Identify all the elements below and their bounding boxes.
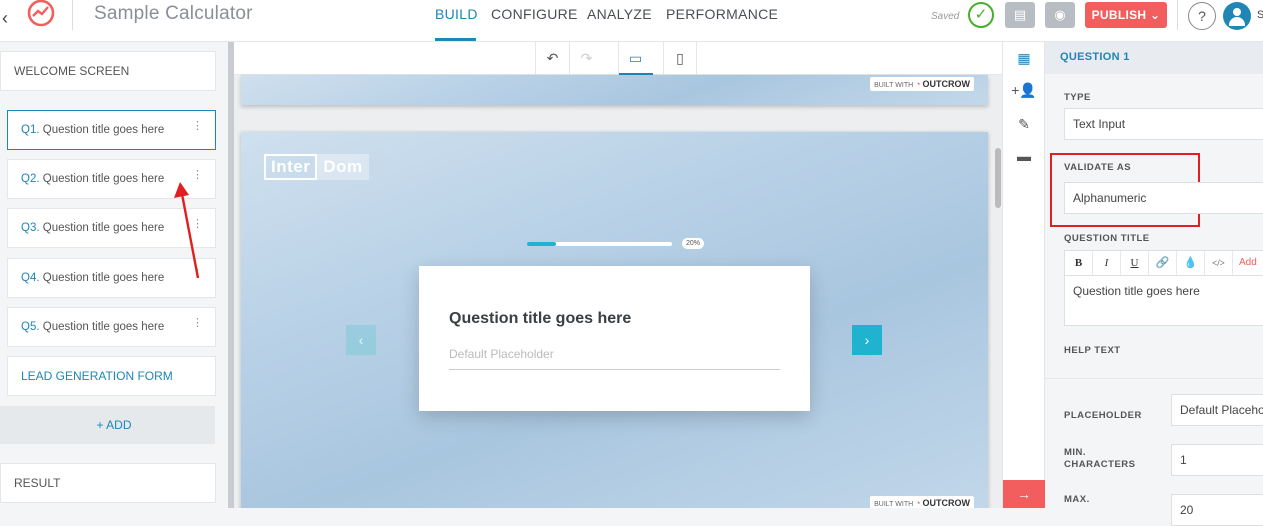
- max-characters-label: MAX.: [1064, 494, 1090, 505]
- question-card: Question title goes here Default Placeho…: [419, 266, 810, 411]
- question-number: Q1.: [21, 124, 40, 136]
- add-user-icon[interactable]: +👤: [1003, 74, 1045, 106]
- publish-button[interactable]: PUBLISH ⌄: [1085, 2, 1167, 28]
- placeholder-label: PLACEHOLDER: [1064, 410, 1142, 421]
- question-number: Q5.: [21, 321, 40, 333]
- brand-logo: Inter Dom: [264, 154, 369, 180]
- type-label: TYPE: [1064, 92, 1091, 103]
- question-title: Question title goes here: [449, 310, 632, 327]
- arrow-right-icon[interactable]: →: [1003, 480, 1045, 508]
- back-icon[interactable]: ‹: [2, 8, 16, 28]
- outcrow-logo-icon: ◔: [915, 498, 921, 508]
- header-divider: [1177, 0, 1178, 30]
- check-icon: ✓: [968, 2, 994, 28]
- welcome-screen-item[interactable]: WELCOME SCREEN: [0, 51, 216, 91]
- screens-sidebar: WELCOME SCREEN Q1. Question title goes h…: [0, 42, 228, 508]
- answer-input[interactable]: Default Placeholder: [449, 346, 780, 370]
- question-item-1[interactable]: Q1. Question title goes here ⋮: [7, 110, 216, 150]
- tab-configure[interactable]: CONFIGURE: [491, 6, 578, 22]
- color-icon[interactable]: 💧: [1177, 251, 1205, 275]
- desktop-icon[interactable]: ▭: [618, 42, 653, 75]
- question-title: Question title goes here: [42, 222, 165, 234]
- tab-performance[interactable]: PERFORMANCE: [666, 6, 778, 22]
- help-text-label: HELP TEXT: [1064, 345, 1121, 356]
- user-name[interactable]: S: [1257, 9, 1263, 21]
- validate-as-select[interactable]: Alphanumeric: [1064, 182, 1263, 214]
- result-item[interactable]: RESULT: [0, 463, 216, 503]
- question-number: Q4.: [21, 272, 40, 284]
- link-icon[interactable]: 🔗: [1149, 251, 1177, 275]
- editor-canvas: ↶ ↷ ▭ ▯ BUILT WITH ◔ OUTCROW Inter Dom 20…: [234, 42, 1002, 508]
- progress-bar: [527, 242, 672, 246]
- question-slide-preview: Inter Dom 20% ‹ › Question title goes her…: [241, 132, 988, 508]
- built-with-badge: BUILT WITH ◔ OUTCROW: [870, 496, 974, 508]
- code-icon[interactable]: </>: [1205, 251, 1233, 275]
- add-button[interactable]: + ADD: [0, 406, 215, 444]
- underline-button[interactable]: U: [1121, 251, 1149, 275]
- help-icon[interactable]: ?: [1188, 2, 1216, 30]
- badge-prefix: BUILT WITH: [874, 82, 914, 89]
- more-icon[interactable]: ⋮: [192, 111, 203, 141]
- more-icon[interactable]: ⋮: [192, 308, 203, 338]
- tab-build[interactable]: BUILD: [435, 6, 478, 22]
- lead-generation-form-item[interactable]: LEAD GENERATION FORM: [7, 356, 216, 396]
- built-with-badge: BUILT WITH ◔ OUTCROW: [870, 77, 974, 91]
- eye-icon[interactable]: ◉: [1045, 2, 1075, 28]
- question-title: Question title goes here: [42, 272, 165, 284]
- brand-part-2: Dom: [317, 154, 369, 180]
- annotation-arrow: [174, 182, 200, 279]
- italic-button[interactable]: I: [1093, 251, 1121, 275]
- question-title-editor[interactable]: Question title goes here: [1064, 276, 1263, 326]
- card-icon[interactable]: ▬: [1003, 140, 1045, 172]
- max-characters-input[interactable]: 20: [1171, 494, 1263, 526]
- header-divider: [72, 0, 73, 30]
- question-number: Q2.: [21, 173, 40, 185]
- progress-label: 20%: [682, 238, 705, 249]
- rich-text-toolbar: B I U 🔗 💧 </> Add: [1064, 250, 1263, 276]
- bold-button[interactable]: B: [1065, 251, 1093, 275]
- logo-icon[interactable]: [24, 0, 58, 30]
- placeholder-input[interactable]: Default Placeholder: [1171, 394, 1263, 426]
- undo-icon[interactable]: ↶: [535, 42, 569, 75]
- min-characters-input[interactable]: 1: [1171, 444, 1263, 476]
- mobile-icon[interactable]: ▯: [663, 42, 697, 75]
- question-title-label: QUESTION TITLE: [1064, 233, 1150, 244]
- badge-brand: OUTCROW: [922, 79, 971, 89]
- saved-status: Saved: [931, 11, 960, 22]
- properties-panel: QUESTION 1 TYPE Text Input VALIDATE AS A…: [1045, 42, 1263, 526]
- user-icon[interactable]: [1223, 2, 1251, 30]
- canvas-toolbar: ↶ ↷ ▭ ▯: [234, 42, 1002, 75]
- question-title: Question title goes here: [42, 321, 165, 333]
- divider: [1045, 378, 1263, 379]
- progress-fill: [527, 242, 556, 246]
- question-title: Question title goes here: [42, 124, 165, 136]
- outcrow-logo-icon: ◔: [915, 79, 921, 89]
- previous-question-button[interactable]: ‹: [346, 325, 376, 355]
- canvas-scrollbar[interactable]: [995, 148, 1001, 208]
- tab-analyze[interactable]: ANALYZE: [587, 6, 652, 22]
- previous-slide-preview: BUILT WITH ◔ OUTCROW: [241, 75, 988, 105]
- panel-title: QUESTION 1: [1045, 42, 1263, 74]
- top-bar: ‹ Sample Calculator BUILD CONFIGURE ANAL…: [0, 0, 1263, 42]
- pen-icon[interactable]: ✎: [1003, 108, 1045, 140]
- badge-brand: OUTCROW: [922, 498, 971, 508]
- badge-prefix: BUILT WITH: [874, 501, 914, 508]
- active-tab-indicator: [435, 38, 476, 41]
- min-characters-label: MIN. CHARACTERS: [1064, 447, 1136, 470]
- question-item-5[interactable]: Q5. Question title goes here ⋮: [7, 307, 216, 347]
- app-title: Sample Calculator: [94, 3, 253, 24]
- redo-icon[interactable]: ↷: [569, 42, 603, 75]
- question-number: Q3.: [21, 222, 40, 234]
- add-button[interactable]: Add: [1239, 251, 1257, 275]
- next-question-button[interactable]: ›: [852, 325, 882, 355]
- pages-icon[interactable]: ▤: [1005, 2, 1035, 28]
- validate-as-label: VALIDATE AS: [1064, 162, 1132, 173]
- brand-part-1: Inter: [264, 154, 318, 180]
- question-title: Question title goes here: [42, 173, 165, 185]
- settings-icon-column: ▦ +👤 ✎ ▬ →: [1002, 42, 1045, 508]
- type-select[interactable]: Text Input: [1064, 108, 1263, 140]
- layout-icon[interactable]: ▦: [1003, 42, 1045, 74]
